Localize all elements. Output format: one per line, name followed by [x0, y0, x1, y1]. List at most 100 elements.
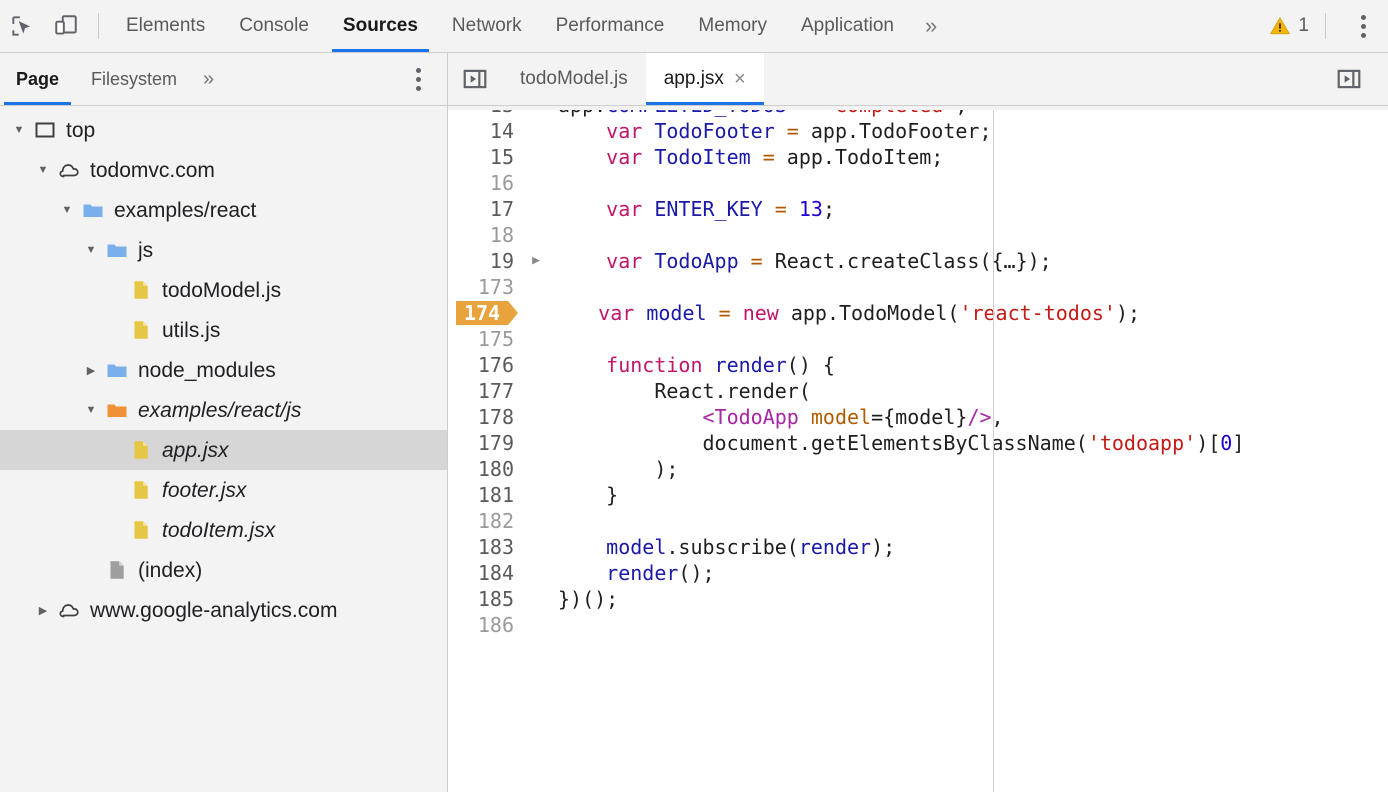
- code-token: );: [558, 457, 678, 481]
- editor-tab-app-jsx[interactable]: app.jsx ×: [646, 53, 764, 105]
- tree-item-todomodel-js[interactable]: todoModel.js: [0, 270, 447, 310]
- code-line[interactable]: 185})();: [448, 586, 1388, 612]
- more-panels-icon[interactable]: »: [911, 0, 951, 52]
- device-toolbar-icon[interactable]: [44, 4, 88, 48]
- kebab-dot: [1361, 15, 1366, 20]
- code-editor[interactable]: 13app.COMPLETED_TODOS = 'completed';14 v…: [448, 106, 1388, 792]
- code-line[interactable]: 178 <TodoApp model={model}/>,: [448, 404, 1388, 430]
- tab-elements[interactable]: Elements: [109, 0, 222, 52]
- cloud-icon: [54, 158, 84, 182]
- tree-item-footer-jsx[interactable]: footer.jsx: [0, 470, 447, 510]
- folder-blue-icon: [102, 358, 132, 382]
- tree-item-label: www.google-analytics.com: [90, 600, 337, 621]
- inspect-element-icon[interactable]: [0, 4, 44, 48]
- code-line[interactable]: 173: [448, 274, 1388, 300]
- navigator-options-kebab-icon[interactable]: [401, 53, 435, 105]
- chevron-down-icon[interactable]: ▼: [56, 204, 78, 216]
- tab-sources[interactable]: Sources: [326, 0, 435, 52]
- line-number[interactable]: 177: [448, 378, 522, 404]
- tab-network-label: Network: [452, 15, 522, 37]
- toolbar-divider: [98, 13, 99, 39]
- code-line[interactable]: 14 var TodoFooter = app.TodoFooter;: [448, 118, 1388, 144]
- frame-icon: [30, 118, 60, 142]
- tree-item-js[interactable]: ▼js: [0, 230, 447, 270]
- navigator-file-tree[interactable]: ▼top▼todomvc.com▼examples/react▼js todoMo…: [0, 106, 448, 792]
- code-line[interactable]: 183 model.subscribe(render);: [448, 534, 1388, 560]
- chevron-down-icon[interactable]: ▼: [8, 124, 30, 136]
- line-number[interactable]: 19: [448, 248, 522, 274]
- tab-application[interactable]: Application: [784, 0, 911, 52]
- chevron-down-icon[interactable]: ▼: [80, 244, 102, 256]
- code-line[interactable]: 19▶ var TodoApp = React.createClass({…})…: [448, 248, 1388, 274]
- line-number[interactable]: 16: [448, 170, 522, 196]
- line-number[interactable]: 178: [448, 404, 522, 430]
- navigator-tab-filesystem[interactable]: Filesystem: [75, 53, 193, 105]
- code-token: =: [751, 145, 787, 169]
- show-navigator-icon[interactable]: [1322, 66, 1376, 92]
- line-number[interactable]: 179: [448, 430, 522, 456]
- code-line[interactable]: 184 render();: [448, 560, 1388, 586]
- tree-item-examples-react-js[interactable]: ▼examples/react/js: [0, 390, 447, 430]
- tree-item-www-google-analytics-com[interactable]: ▶ www.google-analytics.com: [0, 590, 447, 630]
- devtools-settings-kebab-icon[interactable]: [1346, 4, 1380, 48]
- line-number[interactable]: 15: [448, 144, 522, 170]
- tree-item-todoitem-jsx[interactable]: todoItem.jsx: [0, 510, 447, 550]
- code-line[interactable]: 179 document.getElementsByClassName('tod…: [448, 430, 1388, 456]
- editor-tab-todomodel-js[interactable]: todoModel.js: [502, 53, 646, 105]
- tab-network[interactable]: Network: [435, 0, 539, 52]
- tree-item-label: todoModel.js: [162, 280, 281, 301]
- tree-item-examples-react[interactable]: ▼examples/react: [0, 190, 447, 230]
- code-line[interactable]: 17 var ENTER_KEY = 13;: [448, 196, 1388, 222]
- line-number[interactable]: 176: [448, 352, 522, 378]
- code-line[interactable]: 180 );: [448, 456, 1388, 482]
- collapse-navigator-icon[interactable]: [448, 53, 502, 105]
- tab-console[interactable]: Console: [222, 0, 326, 52]
- code-line[interactable]: 177 React.render(: [448, 378, 1388, 404]
- line-number[interactable]: 186: [448, 612, 522, 638]
- editor-tab-close-icon[interactable]: ×: [734, 69, 746, 89]
- tab-performance[interactable]: Performance: [539, 0, 682, 52]
- chevron-down-icon[interactable]: ▼: [32, 164, 54, 176]
- code-line[interactable]: 186: [448, 612, 1388, 638]
- tree-item-label: (index): [138, 560, 202, 581]
- line-number[interactable]: 173: [448, 274, 522, 300]
- code-token: 'todoapp': [1088, 431, 1196, 455]
- line-number[interactable]: 183: [448, 534, 522, 560]
- line-number[interactable]: 14: [448, 118, 522, 144]
- line-number[interactable]: 184: [448, 560, 522, 586]
- tree-item-app-jsx[interactable]: app.jsx: [0, 430, 447, 470]
- line-number[interactable]: 182: [448, 508, 522, 534]
- code-line[interactable]: 176 function render() {: [448, 352, 1388, 378]
- code-line[interactable]: 18: [448, 222, 1388, 248]
- code-line-execution[interactable]: 174 var model = new app.TodoModel('react…: [448, 300, 1388, 326]
- code-token: [558, 249, 606, 273]
- tree-item-utils-js[interactable]: utils.js: [0, 310, 447, 350]
- code-fold-icon[interactable]: ▶: [522, 248, 550, 274]
- chevron-right-icon[interactable]: ▶: [32, 604, 54, 617]
- warning-status-badge[interactable]: 1: [1263, 15, 1315, 37]
- line-number[interactable]: 181: [448, 482, 522, 508]
- line-number[interactable]: 175: [448, 326, 522, 352]
- code-line[interactable]: 175: [448, 326, 1388, 352]
- code-text: var model = new app.TodoModel('react-tod…: [542, 300, 1140, 326]
- editor-tab-todomodel-js-label: todoModel.js: [520, 68, 628, 90]
- line-number[interactable]: 185: [448, 586, 522, 612]
- tree-item-todomvc-com[interactable]: ▼todomvc.com: [0, 150, 447, 190]
- code-line[interactable]: 16: [448, 170, 1388, 196]
- tree-item-top[interactable]: ▼top: [0, 110, 447, 150]
- line-number[interactable]: 18: [448, 222, 522, 248]
- tree-item-node-modules[interactable]: ▶node_modules: [0, 350, 447, 390]
- code-line[interactable]: 182: [448, 508, 1388, 534]
- chevron-right-icon[interactable]: ▶: [80, 364, 102, 377]
- code-line[interactable]: 15 var TodoItem = app.TodoItem;: [448, 144, 1388, 170]
- code-token: var: [606, 145, 642, 169]
- tree-item-index[interactable]: (index): [0, 550, 447, 590]
- navigator-tab-page[interactable]: Page: [0, 53, 75, 105]
- chevron-down-icon[interactable]: ▼: [80, 404, 102, 416]
- line-number[interactable]: 17: [448, 196, 522, 222]
- navigator-more-tabs-icon[interactable]: »: [193, 53, 224, 105]
- line-number[interactable]: 180: [448, 456, 522, 482]
- code-token: [642, 197, 654, 221]
- code-line[interactable]: 181 }: [448, 482, 1388, 508]
- tab-memory[interactable]: Memory: [681, 0, 784, 52]
